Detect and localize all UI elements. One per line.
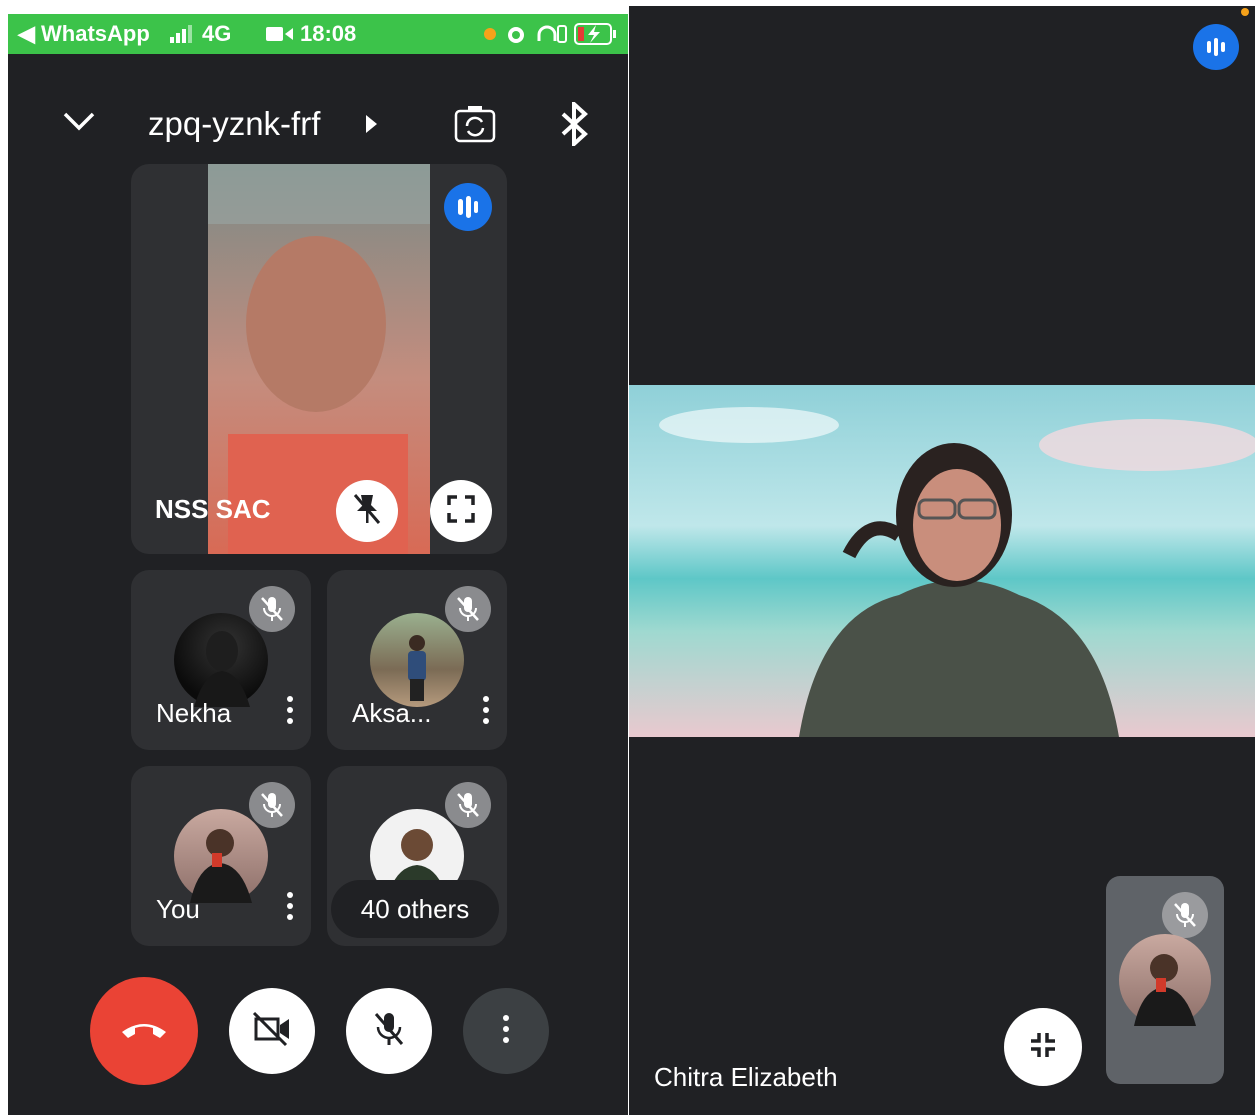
video-record-icon [266,26,294,47]
presenter-video[interactable] [629,385,1255,737]
alarm-icon [505,23,527,50]
recording-dot-icon [1241,8,1249,16]
mic-off-icon [445,586,491,632]
participant-tile[interactable]: Nekha [131,570,311,750]
fullscreen-exit-icon [1028,1030,1058,1065]
more-vert-icon[interactable] [287,892,293,925]
avatar [370,613,464,707]
mic-off-icon [1162,892,1208,938]
others-count-label: 40 others [360,894,470,924]
caret-right-icon[interactable] [366,115,378,138]
unpin-icon [352,492,382,531]
network-type: 4G [202,21,232,46]
participant-tile[interactable]: Aksa... [327,570,507,750]
meeting-code[interactable]: zpq-yznk-frf [148,104,320,144]
main-speaker-tile[interactable]: NSS SAC [131,164,507,554]
avatar [1119,934,1211,1026]
avatar [174,809,268,903]
left-phone-screen: ◀ WhatsApp 4G 18:08 zpq-yznk-frf NSS SAC… [8,14,628,1115]
signal-icon [170,25,198,48]
status-bar: ◀ WhatsApp 4G 18:08 [8,14,628,54]
right-phone-screen: Chitra Elizabeth [629,6,1255,1115]
mic-off-icon [372,1010,406,1053]
switch-camera-icon[interactable] [454,104,496,149]
call-header: zpq-yznk-frf [8,94,628,158]
others-count-chip[interactable]: 40 others [331,880,499,938]
fullscreen-button[interactable] [430,480,492,542]
headphones-icon [536,23,568,50]
unpin-button[interactable] [336,480,398,542]
mic-toggle-button[interactable] [346,988,432,1074]
bluetooth-icon[interactable] [560,99,590,151]
self-view-tile[interactable] [1106,876,1224,1084]
camera-toggle-button[interactable] [229,988,315,1074]
more-vert-icon[interactable] [483,696,489,729]
battery-charging-icon [574,23,620,50]
mic-off-icon [249,782,295,828]
others-tile[interactable]: 40 others [327,766,507,946]
presenter-name: Chitra Elizabeth [654,1062,838,1092]
recording-dot-icon [484,28,496,40]
chevron-down-icon[interactable] [62,110,96,139]
more-vert-icon [503,1014,509,1048]
status-time: 18:08 [300,21,357,46]
speaking-indicator-icon [444,183,492,231]
exit-fullscreen-button[interactable] [1004,1008,1082,1086]
videocam-off-icon [252,1011,292,1052]
phone-hangup-icon [119,1018,169,1045]
speaking-indicator-icon [1193,24,1239,70]
participant-tile[interactable]: You [131,766,311,946]
participant-name: Nekha [156,698,232,728]
fullscreen-icon [446,494,476,529]
avatar [174,613,268,707]
more-vert-icon[interactable] [287,696,293,729]
back-to-app-link[interactable]: ◀ WhatsApp [18,14,150,54]
participant-name: Aksa... [352,698,432,728]
main-speaker-name: NSS SAC [155,494,271,524]
participant-name: You [156,894,200,924]
mic-off-icon [445,782,491,828]
mic-off-icon [249,586,295,632]
more-options-button[interactable] [463,988,549,1074]
end-call-button[interactable] [90,977,198,1085]
